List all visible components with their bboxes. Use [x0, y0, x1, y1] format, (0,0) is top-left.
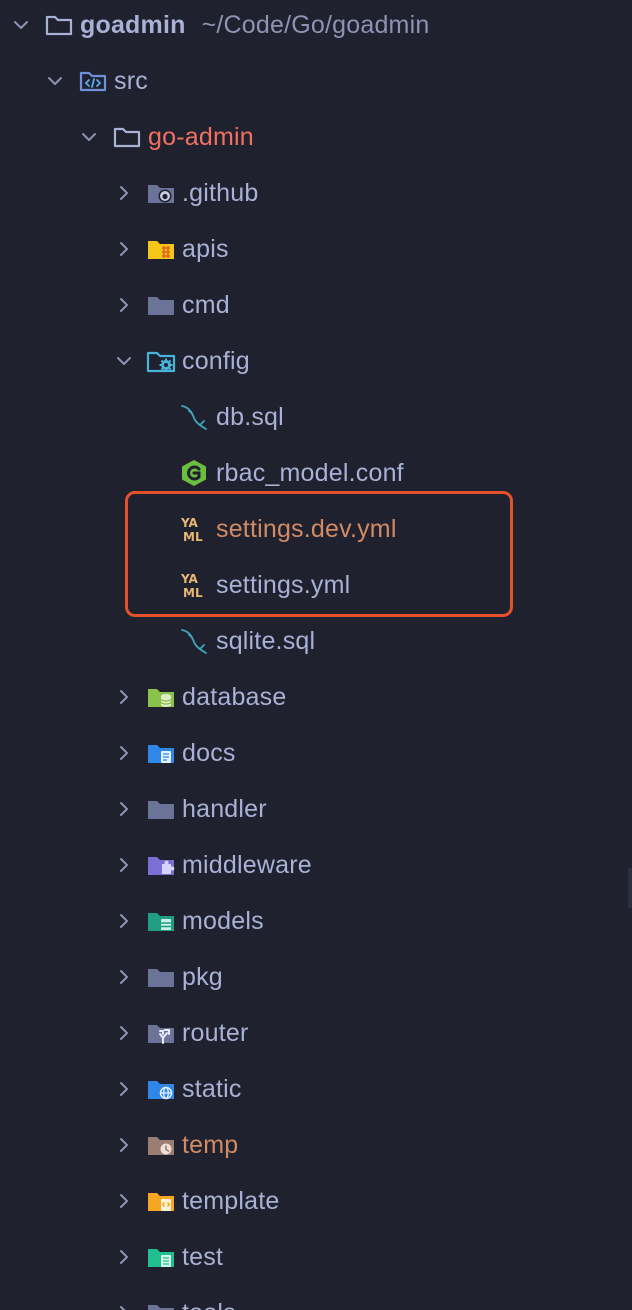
- folder-label: static: [182, 1075, 242, 1103]
- docs-folder-icon: [146, 738, 176, 768]
- chevron-right-icon[interactable]: [114, 1135, 134, 1155]
- chevron-right-icon[interactable]: [114, 295, 134, 315]
- tree-row-cmd[interactable]: cmd: [0, 277, 632, 333]
- folder-label: pkg: [182, 963, 223, 991]
- middleware-folder-icon: [146, 850, 176, 880]
- tree-row-pkg[interactable]: pkg: [0, 949, 632, 1005]
- models-folder-icon: [146, 906, 176, 936]
- folder-icon: [146, 794, 176, 824]
- source-folder-icon: [78, 66, 108, 96]
- folder-label: router: [182, 1019, 249, 1047]
- chevron-right-icon[interactable]: [114, 1247, 134, 1267]
- project-tree: goadmin ~/Code/Go/goadmin src go-admin .g…: [0, 0, 632, 1310]
- folder-label: docs: [182, 739, 236, 767]
- folder-icon: [146, 962, 176, 992]
- chevron-right-icon[interactable]: [114, 687, 134, 707]
- chevron-right-icon[interactable]: [114, 1303, 134, 1310]
- folder-label: template: [182, 1187, 280, 1215]
- file-label: db.sql: [216, 403, 284, 431]
- config-label: config: [182, 347, 250, 375]
- folder-label: tools: [182, 1298, 236, 1310]
- tree-row-docs[interactable]: docs: [0, 725, 632, 781]
- root-path: ~/Code/Go/goadmin: [201, 11, 430, 39]
- tree-row-config[interactable]: config: [0, 333, 632, 389]
- tree-row-root[interactable]: goadmin ~/Code/Go/goadmin: [0, 0, 632, 53]
- folder-label: apis: [182, 235, 229, 263]
- tree-row-handler[interactable]: handler: [0, 781, 632, 837]
- mysql-dolphin-icon: [179, 402, 209, 432]
- github-folder-icon: [146, 178, 176, 208]
- tools-folder-icon: [146, 1298, 176, 1310]
- chevron-right-icon[interactable]: [114, 799, 134, 819]
- highlight-box: [125, 491, 513, 617]
- static-folder-icon: [146, 1074, 176, 1104]
- file-label: rbac_model.conf: [216, 459, 404, 487]
- tree-row-apis[interactable]: apis: [0, 221, 632, 277]
- folder-label: cmd: [182, 291, 230, 319]
- tree-row-middleware[interactable]: middleware: [0, 837, 632, 893]
- chevron-right-icon[interactable]: [114, 183, 134, 203]
- temp-folder-icon: [146, 1130, 176, 1160]
- template-folder-icon: [146, 1186, 176, 1216]
- tree-row-test[interactable]: test: [0, 1229, 632, 1285]
- chevron-right-icon[interactable]: [114, 743, 134, 763]
- chevron-right-icon[interactable]: [114, 911, 134, 931]
- tree-row-tools[interactable]: tools: [0, 1285, 632, 1310]
- tree-row-static[interactable]: static: [0, 1061, 632, 1117]
- chevron-right-icon[interactable]: [114, 1023, 134, 1043]
- chevron-right-icon[interactable]: [114, 967, 134, 987]
- chevron-right-icon[interactable]: [114, 1079, 134, 1099]
- tree-row-github[interactable]: .github: [0, 165, 632, 221]
- folder-label: middleware: [182, 851, 312, 879]
- router-folder-icon: [146, 1018, 176, 1048]
- database-folder-icon: [146, 682, 176, 712]
- tree-row-db-sql[interactable]: db.sql: [0, 389, 632, 445]
- folder-label: .github: [182, 179, 259, 207]
- chevron-down-icon[interactable]: [45, 71, 65, 91]
- scrollbar-thumb[interactable]: [628, 868, 632, 908]
- mysql-dolphin-icon: [179, 626, 209, 656]
- folder-icon: [146, 290, 176, 320]
- chevron-down-icon[interactable]: [114, 351, 134, 371]
- src-label: src: [114, 67, 148, 95]
- config-folder-icon: [146, 346, 176, 376]
- tree-row-template[interactable]: template: [0, 1173, 632, 1229]
- root-name: goadmin: [80, 11, 186, 39]
- go-g-icon: [179, 458, 209, 488]
- chevron-right-icon[interactable]: [114, 1191, 134, 1211]
- tree-row-src[interactable]: src: [0, 53, 632, 109]
- tree-row-router[interactable]: router: [0, 1005, 632, 1061]
- folder-label: models: [182, 907, 264, 935]
- tree-row-go-admin[interactable]: go-admin: [0, 109, 632, 165]
- tree-row-sqlite-sql[interactable]: sqlite.sql: [0, 613, 632, 669]
- root-folder-label: goadmin ~/Code/Go/goadmin: [80, 10, 429, 40]
- chevron-down-icon[interactable]: [79, 127, 99, 147]
- chevron-right-icon[interactable]: [114, 239, 134, 259]
- folder-label: test: [182, 1243, 224, 1271]
- file-label: sqlite.sql: [216, 627, 316, 655]
- chevron-right-icon[interactable]: [114, 855, 134, 875]
- folder-label: handler: [182, 795, 267, 823]
- folder-label: temp: [182, 1131, 239, 1159]
- folder-outline-icon: [44, 10, 74, 40]
- folder-label: database: [182, 683, 287, 711]
- tree-row-database[interactable]: database: [0, 669, 632, 725]
- api-folder-icon: [146, 234, 176, 264]
- chevron-down-icon[interactable]: [11, 15, 31, 35]
- go-admin-label: go-admin: [148, 123, 254, 151]
- tree-row-temp[interactable]: temp: [0, 1117, 632, 1173]
- folder-outline-icon: [112, 122, 142, 152]
- tree-row-models[interactable]: models: [0, 893, 632, 949]
- test-folder-icon: [146, 1242, 176, 1272]
